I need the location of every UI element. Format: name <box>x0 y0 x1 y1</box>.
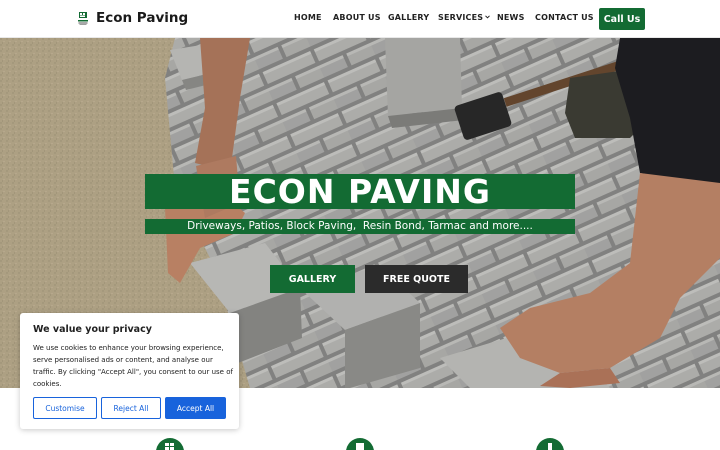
nav-services[interactable]: SERVICES <box>438 13 491 22</box>
feature-icon <box>536 438 564 450</box>
building-icon <box>548 443 552 450</box>
cookie-description: We use cookies to enhance your browsing … <box>33 344 233 388</box>
feature-icon <box>156 438 184 450</box>
customise-button[interactable]: Customise <box>33 397 97 419</box>
grid-icon <box>165 443 174 450</box>
cookie-consent-banner: We value your privacy We use cookies to … <box>20 313 239 429</box>
accept-all-button[interactable]: Accept All <box>165 397 226 419</box>
reject-all-button[interactable]: Reject All <box>101 397 161 419</box>
hero-title: ECON PAVING <box>145 174 575 209</box>
cookie-title: We value your privacy <box>33 324 152 335</box>
site-header: Econ Paving HOME ABOUT US GALLERY SERVIC… <box>0 0 720 38</box>
call-us-button[interactable]: Call Us <box>599 8 645 30</box>
brand-name[interactable]: Econ Paving <box>96 10 188 26</box>
logo-icon[interactable] <box>77 11 89 26</box>
nav-news[interactable]: NEWS <box>497 13 525 22</box>
nav-contact[interactable]: CONTACT US <box>535 13 594 22</box>
hero-subtitle: Driveways, Patios, Block Paving, Resin B… <box>145 219 575 234</box>
nav-home[interactable]: HOME <box>294 13 322 22</box>
nav-services-label: SERVICES <box>438 13 484 22</box>
gallery-button[interactable]: GALLERY <box>270 265 355 293</box>
chevron-down-icon <box>485 15 491 19</box>
feature-icon <box>346 438 374 450</box>
free-quote-button[interactable]: FREE QUOTE <box>365 265 468 293</box>
nav-gallery[interactable]: GALLERY <box>388 13 429 22</box>
nav-about[interactable]: ABOUT US <box>333 13 381 22</box>
document-icon <box>356 443 364 450</box>
